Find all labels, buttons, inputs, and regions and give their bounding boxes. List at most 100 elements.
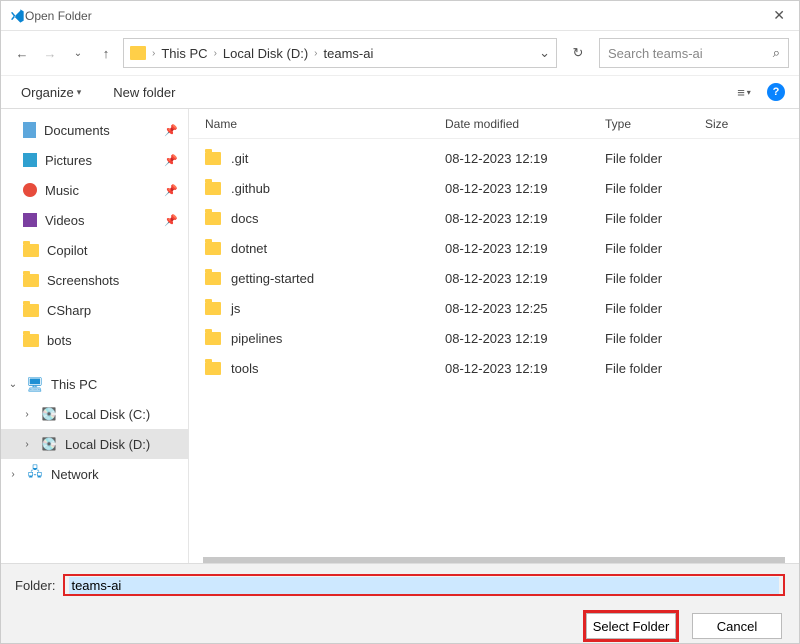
chevron-right-icon: ›	[21, 439, 33, 450]
table-row[interactable]: dotnet08-12-2023 12:19File folder	[189, 233, 799, 263]
recent-dropdown[interactable]: ⌄	[67, 42, 89, 64]
table-row[interactable]: .git08-12-2023 12:19File folder	[189, 143, 799, 173]
toolbar: Organize▾ New folder ≡ ▾ ?	[1, 75, 799, 109]
col-name[interactable]: Name	[205, 117, 445, 131]
sidebar-item-network[interactable]: ›🖧Network	[1, 459, 188, 489]
pin-icon: 📌	[164, 154, 178, 167]
breadcrumb-folder[interactable]: teams-ai	[324, 46, 374, 61]
disk-icon: 💽	[41, 436, 57, 452]
file-type: File folder	[605, 151, 705, 166]
folder-icon	[205, 272, 221, 285]
select-folder-button[interactable]: Select Folder	[586, 613, 676, 639]
sidebar-item-label: bots	[47, 333, 72, 348]
file-type: File folder	[605, 241, 705, 256]
sidebar-item[interactable]: Music 📌	[1, 175, 188, 205]
file-type: File folder	[605, 271, 705, 286]
sidebar-item-this-pc[interactable]: ⌄🖥This PC	[1, 369, 188, 399]
vid-icon	[23, 213, 37, 227]
table-row[interactable]: .github08-12-2023 12:19File folder	[189, 173, 799, 203]
file-name: getting-started	[231, 271, 445, 286]
sidebar-item[interactable]: Videos 📌	[1, 205, 188, 235]
sidebar-item-label: Videos	[45, 213, 85, 228]
folder-icon	[205, 212, 221, 225]
sidebar-item[interactable]: Copilot	[1, 235, 188, 265]
folder-icon	[205, 302, 221, 315]
sidebar-item-drive-d[interactable]: ›💽Local Disk (D:)	[1, 429, 188, 459]
breadcrumb-root[interactable]: This PC	[161, 46, 207, 61]
folder-icon	[130, 46, 146, 60]
file-name: js	[231, 301, 445, 316]
up-button[interactable]: ↑	[95, 42, 117, 64]
sidebar-item-label: Pictures	[45, 153, 92, 168]
table-row[interactable]: getting-started08-12-2023 12:19File fold…	[189, 263, 799, 293]
file-pane: Name Date modified Type Size .git08-12-2…	[189, 109, 799, 579]
table-row[interactable]: docs08-12-2023 12:19File folder	[189, 203, 799, 233]
file-name: docs	[231, 211, 445, 226]
network-icon: 🖧	[27, 466, 43, 482]
folder-icon	[205, 182, 221, 195]
close-icon[interactable]: ✕	[767, 7, 791, 24]
sidebar-item[interactable]: CSharp	[1, 295, 188, 325]
folder-icon	[23, 334, 39, 347]
file-date: 08-12-2023 12:25	[445, 301, 605, 316]
organize-button[interactable]: Organize▾	[15, 81, 87, 104]
sidebar-item[interactable]: Screenshots	[1, 265, 188, 295]
breadcrumb-drive[interactable]: Local Disk (D:)	[223, 46, 308, 61]
disk-icon: 💽	[41, 406, 57, 422]
column-headers: Name Date modified Type Size	[189, 109, 799, 139]
back-button[interactable]: ←	[11, 42, 33, 64]
pc-icon: 🖥	[27, 376, 43, 392]
sidebar-item[interactable]: Pictures 📌	[1, 145, 188, 175]
folder-icon	[23, 244, 39, 257]
sidebar: Documents📌 Pictures 📌 Music 📌 Videos 📌 Copilot S…	[1, 109, 189, 579]
folder-icon	[205, 332, 221, 345]
file-type: File folder	[605, 181, 705, 196]
title-bar: Open Folder ✕	[1, 1, 799, 31]
folder-input-highlight	[63, 574, 785, 596]
file-type: File folder	[605, 301, 705, 316]
refresh-button[interactable]: ↻	[563, 38, 593, 68]
table-row[interactable]: js08-12-2023 12:25File folder	[189, 293, 799, 323]
address-bar[interactable]: › This PC › Local Disk (D:) › teams-ai ⌄	[123, 38, 557, 68]
table-row[interactable]: tools08-12-2023 12:19File folder	[189, 353, 799, 383]
doc-icon	[23, 122, 36, 138]
search-input[interactable]: Search teams-ai ⌕	[599, 38, 789, 68]
chevron-right-icon: ›	[314, 48, 317, 59]
sidebar-item-label: Music	[45, 183, 79, 198]
address-dropdown-icon[interactable]: ⌄	[539, 45, 550, 61]
forward-button[interactable]: →	[39, 42, 61, 64]
file-type: File folder	[605, 211, 705, 226]
file-date: 08-12-2023 12:19	[445, 151, 605, 166]
new-folder-button[interactable]: New folder	[107, 81, 181, 104]
pin-icon: 📌	[164, 184, 178, 197]
help-icon[interactable]: ?	[767, 83, 785, 101]
file-date: 08-12-2023 12:19	[445, 331, 605, 346]
chevron-right-icon: ›	[21, 409, 33, 420]
file-date: 08-12-2023 12:19	[445, 241, 605, 256]
cancel-button[interactable]: Cancel	[692, 613, 782, 639]
file-name: .git	[231, 151, 445, 166]
folder-input[interactable]	[69, 577, 779, 594]
file-date: 08-12-2023 12:19	[445, 211, 605, 226]
file-name: dotnet	[231, 241, 445, 256]
window-title: Open Folder	[25, 9, 92, 23]
sidebar-item-label: Screenshots	[47, 273, 119, 288]
folder-icon	[205, 242, 221, 255]
col-type[interactable]: Type	[605, 117, 705, 131]
pin-icon: 📌	[164, 214, 178, 227]
col-date[interactable]: Date modified	[445, 117, 605, 131]
view-options-button[interactable]: ≡ ▾	[731, 81, 757, 103]
nav-row: ← → ⌄ ↑ › This PC › Local Disk (D:) › te…	[1, 31, 799, 75]
file-date: 08-12-2023 12:19	[445, 181, 605, 196]
mus-icon	[23, 183, 37, 197]
table-row[interactable]: pipelines08-12-2023 12:19File folder	[189, 323, 799, 353]
sidebar-item[interactable]: bots	[1, 325, 188, 355]
sidebar-item-drive-c[interactable]: ›💽Local Disk (C:)	[1, 399, 188, 429]
folder-icon	[23, 304, 39, 317]
folder-icon	[205, 152, 221, 165]
col-size[interactable]: Size	[705, 117, 755, 131]
sidebar-item[interactable]: Documents📌	[1, 115, 188, 145]
search-placeholder: Search teams-ai	[608, 46, 703, 61]
sidebar-item-label: Documents	[44, 123, 110, 138]
chevron-right-icon: ›	[7, 469, 19, 480]
